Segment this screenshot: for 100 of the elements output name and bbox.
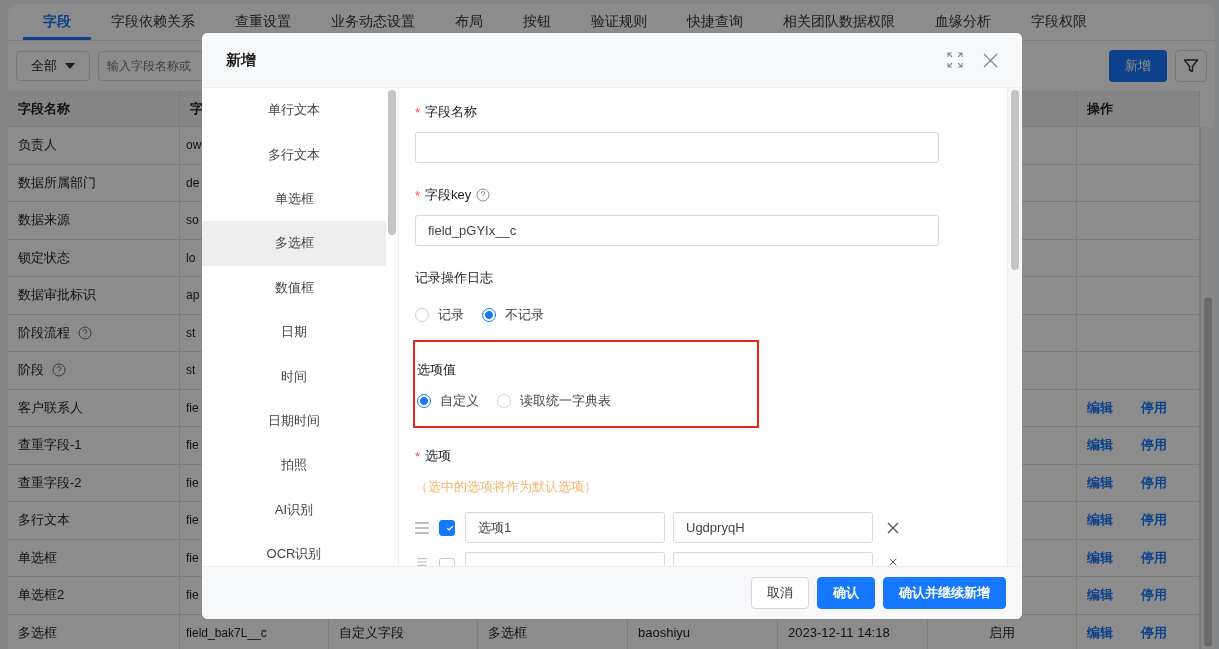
column-header: 操作 xyxy=(1087,99,1113,118)
table-cell: 客户联系人 xyxy=(18,398,83,417)
table-cell: 阶段 xyxy=(18,361,44,380)
table-cell: st xyxy=(186,363,196,378)
action-link[interactable]: 编辑 xyxy=(1087,586,1113,605)
action-link[interactable]: 停用 xyxy=(1141,586,1167,605)
add-button[interactable]: 新增 xyxy=(1109,50,1167,82)
action-link[interactable]: 停用 xyxy=(1141,473,1167,492)
action-link[interactable]: 编辑 xyxy=(1087,623,1113,642)
checkbox[interactable] xyxy=(439,558,455,566)
delete-icon[interactable] xyxy=(887,558,899,566)
table-cell: 查重字段-2 xyxy=(18,473,82,492)
field-type-item[interactable]: 拍照 xyxy=(202,443,386,488)
table-cell: fie xyxy=(186,475,199,490)
required-mark: * xyxy=(415,187,421,203)
table-cell: 数据审批标识 xyxy=(18,286,96,305)
table-cell: ow xyxy=(186,138,202,153)
action-link[interactable]: 停用 xyxy=(1141,398,1167,417)
table-cell: fie xyxy=(186,550,199,565)
scrollbar[interactable] xyxy=(1007,88,1022,566)
table-cell: 多选框 xyxy=(488,623,527,642)
close-icon[interactable] xyxy=(983,52,998,68)
option-label-field[interactable]: 选项1 xyxy=(465,512,665,543)
drag-handle-icon[interactable] xyxy=(415,558,429,566)
input-field[interactable] xyxy=(415,132,939,163)
table-cell: 数据来源 xyxy=(18,211,70,230)
table-cell: 多选框 xyxy=(18,623,57,642)
filter-icon xyxy=(1183,58,1199,74)
column-header: 字段名称 xyxy=(18,99,70,118)
action-link[interactable]: 停用 xyxy=(1141,623,1167,642)
field-type-item[interactable]: 多行文本 xyxy=(202,132,386,177)
field-label: 字段key xyxy=(425,186,472,204)
table-cell: baoshiyu xyxy=(638,625,691,641)
field-label: 记录操作日志 xyxy=(415,269,493,287)
radio-option[interactable]: 记录 xyxy=(415,306,464,324)
table-cell: fie xyxy=(186,513,199,528)
tab[interactable]: 字段权限 xyxy=(1011,4,1107,40)
required-mark: * xyxy=(415,104,421,120)
field-type-item[interactable]: 日期 xyxy=(202,309,386,355)
field-label: 选项值 xyxy=(417,361,456,379)
table-cell: 2023-12-11 14:18 xyxy=(788,625,890,641)
table-cell: 锁定状态 xyxy=(18,248,70,267)
required-mark: * xyxy=(415,448,421,464)
table-cell: 阶段流程 xyxy=(18,323,70,342)
table-cell: 单选框2 xyxy=(18,586,65,605)
field-type-item[interactable]: 单行文本 xyxy=(202,88,386,133)
tab[interactable]: 字段依赖关系 xyxy=(91,4,215,40)
action-link[interactable]: 停用 xyxy=(1141,548,1167,567)
filter-button[interactable] xyxy=(1175,50,1207,82)
table-cell: 多行文本 xyxy=(18,511,70,530)
option-value-field[interactable]: UgdpryqH xyxy=(673,512,873,543)
radio-option[interactable]: 自定义 xyxy=(417,392,479,410)
delete-icon[interactable] xyxy=(887,521,899,534)
action-link[interactable]: 编辑 xyxy=(1087,473,1113,492)
table-cell: fie xyxy=(186,400,199,415)
action-link[interactable]: 停用 xyxy=(1141,511,1167,530)
field-type-item[interactable]: OCR识别 xyxy=(202,531,386,566)
radio-option[interactable]: 读取统一字典表 xyxy=(497,392,611,410)
field-type-item[interactable]: 多选框 xyxy=(202,221,386,266)
option-value-field[interactable] xyxy=(673,552,873,566)
filter-dropdown[interactable]: 全部 xyxy=(16,51,90,81)
field-type-item[interactable]: AI识别 xyxy=(202,487,386,532)
table-cell: de xyxy=(186,175,200,190)
table-cell: so xyxy=(186,213,199,228)
input-field[interactable]: field_pGYIx__c xyxy=(415,215,939,246)
tab[interactable]: 字段 xyxy=(23,4,91,40)
dialog-button[interactable]: 确认 xyxy=(817,577,875,609)
action-link[interactable]: 编辑 xyxy=(1087,548,1113,567)
table-cell: lo xyxy=(186,250,196,265)
dialog-title: 新增 xyxy=(226,50,256,70)
help-icon[interactable] xyxy=(476,188,491,202)
table-cell: 数据所属部门 xyxy=(18,173,96,192)
help-icon[interactable] xyxy=(52,363,66,378)
expand-icon[interactable] xyxy=(947,52,963,68)
help-icon[interactable] xyxy=(78,325,92,340)
field-type-item[interactable]: 数值框 xyxy=(202,265,386,310)
drag-handle-icon[interactable] xyxy=(415,521,429,534)
caret-icon xyxy=(65,63,75,69)
field-label: 字段名称 xyxy=(425,103,478,121)
field-type-item[interactable]: 日期时间 xyxy=(202,398,386,444)
table-cell: 查重字段-1 xyxy=(18,436,82,455)
hint-text: （选中的选项将作为默认选项） xyxy=(415,478,598,496)
field-type-item[interactable]: 时间 xyxy=(202,354,386,399)
table-cell: st xyxy=(186,325,196,340)
field-type-item[interactable]: 单选框 xyxy=(202,176,386,222)
dialog-button[interactable]: 取消 xyxy=(751,577,809,609)
radio-option[interactable]: 不记录 xyxy=(482,306,544,324)
action-link[interactable]: 编辑 xyxy=(1087,511,1113,530)
action-link[interactable]: 停用 xyxy=(1141,436,1167,455)
table-cell: field_bak7L__c xyxy=(186,625,267,640)
dialog-button[interactable]: 确认并继续新增 xyxy=(883,577,1006,609)
option-label-field[interactable] xyxy=(465,552,665,566)
action-link[interactable]: 编辑 xyxy=(1087,436,1113,455)
table-cell: 单选框 xyxy=(18,548,57,567)
checkbox[interactable] xyxy=(439,519,455,536)
scrollbar[interactable] xyxy=(1200,127,1215,649)
action-link[interactable]: 编辑 xyxy=(1087,398,1113,417)
scrollbar[interactable] xyxy=(386,88,399,566)
field-label: 选项 xyxy=(425,447,452,465)
table-cell: fie xyxy=(186,588,199,603)
